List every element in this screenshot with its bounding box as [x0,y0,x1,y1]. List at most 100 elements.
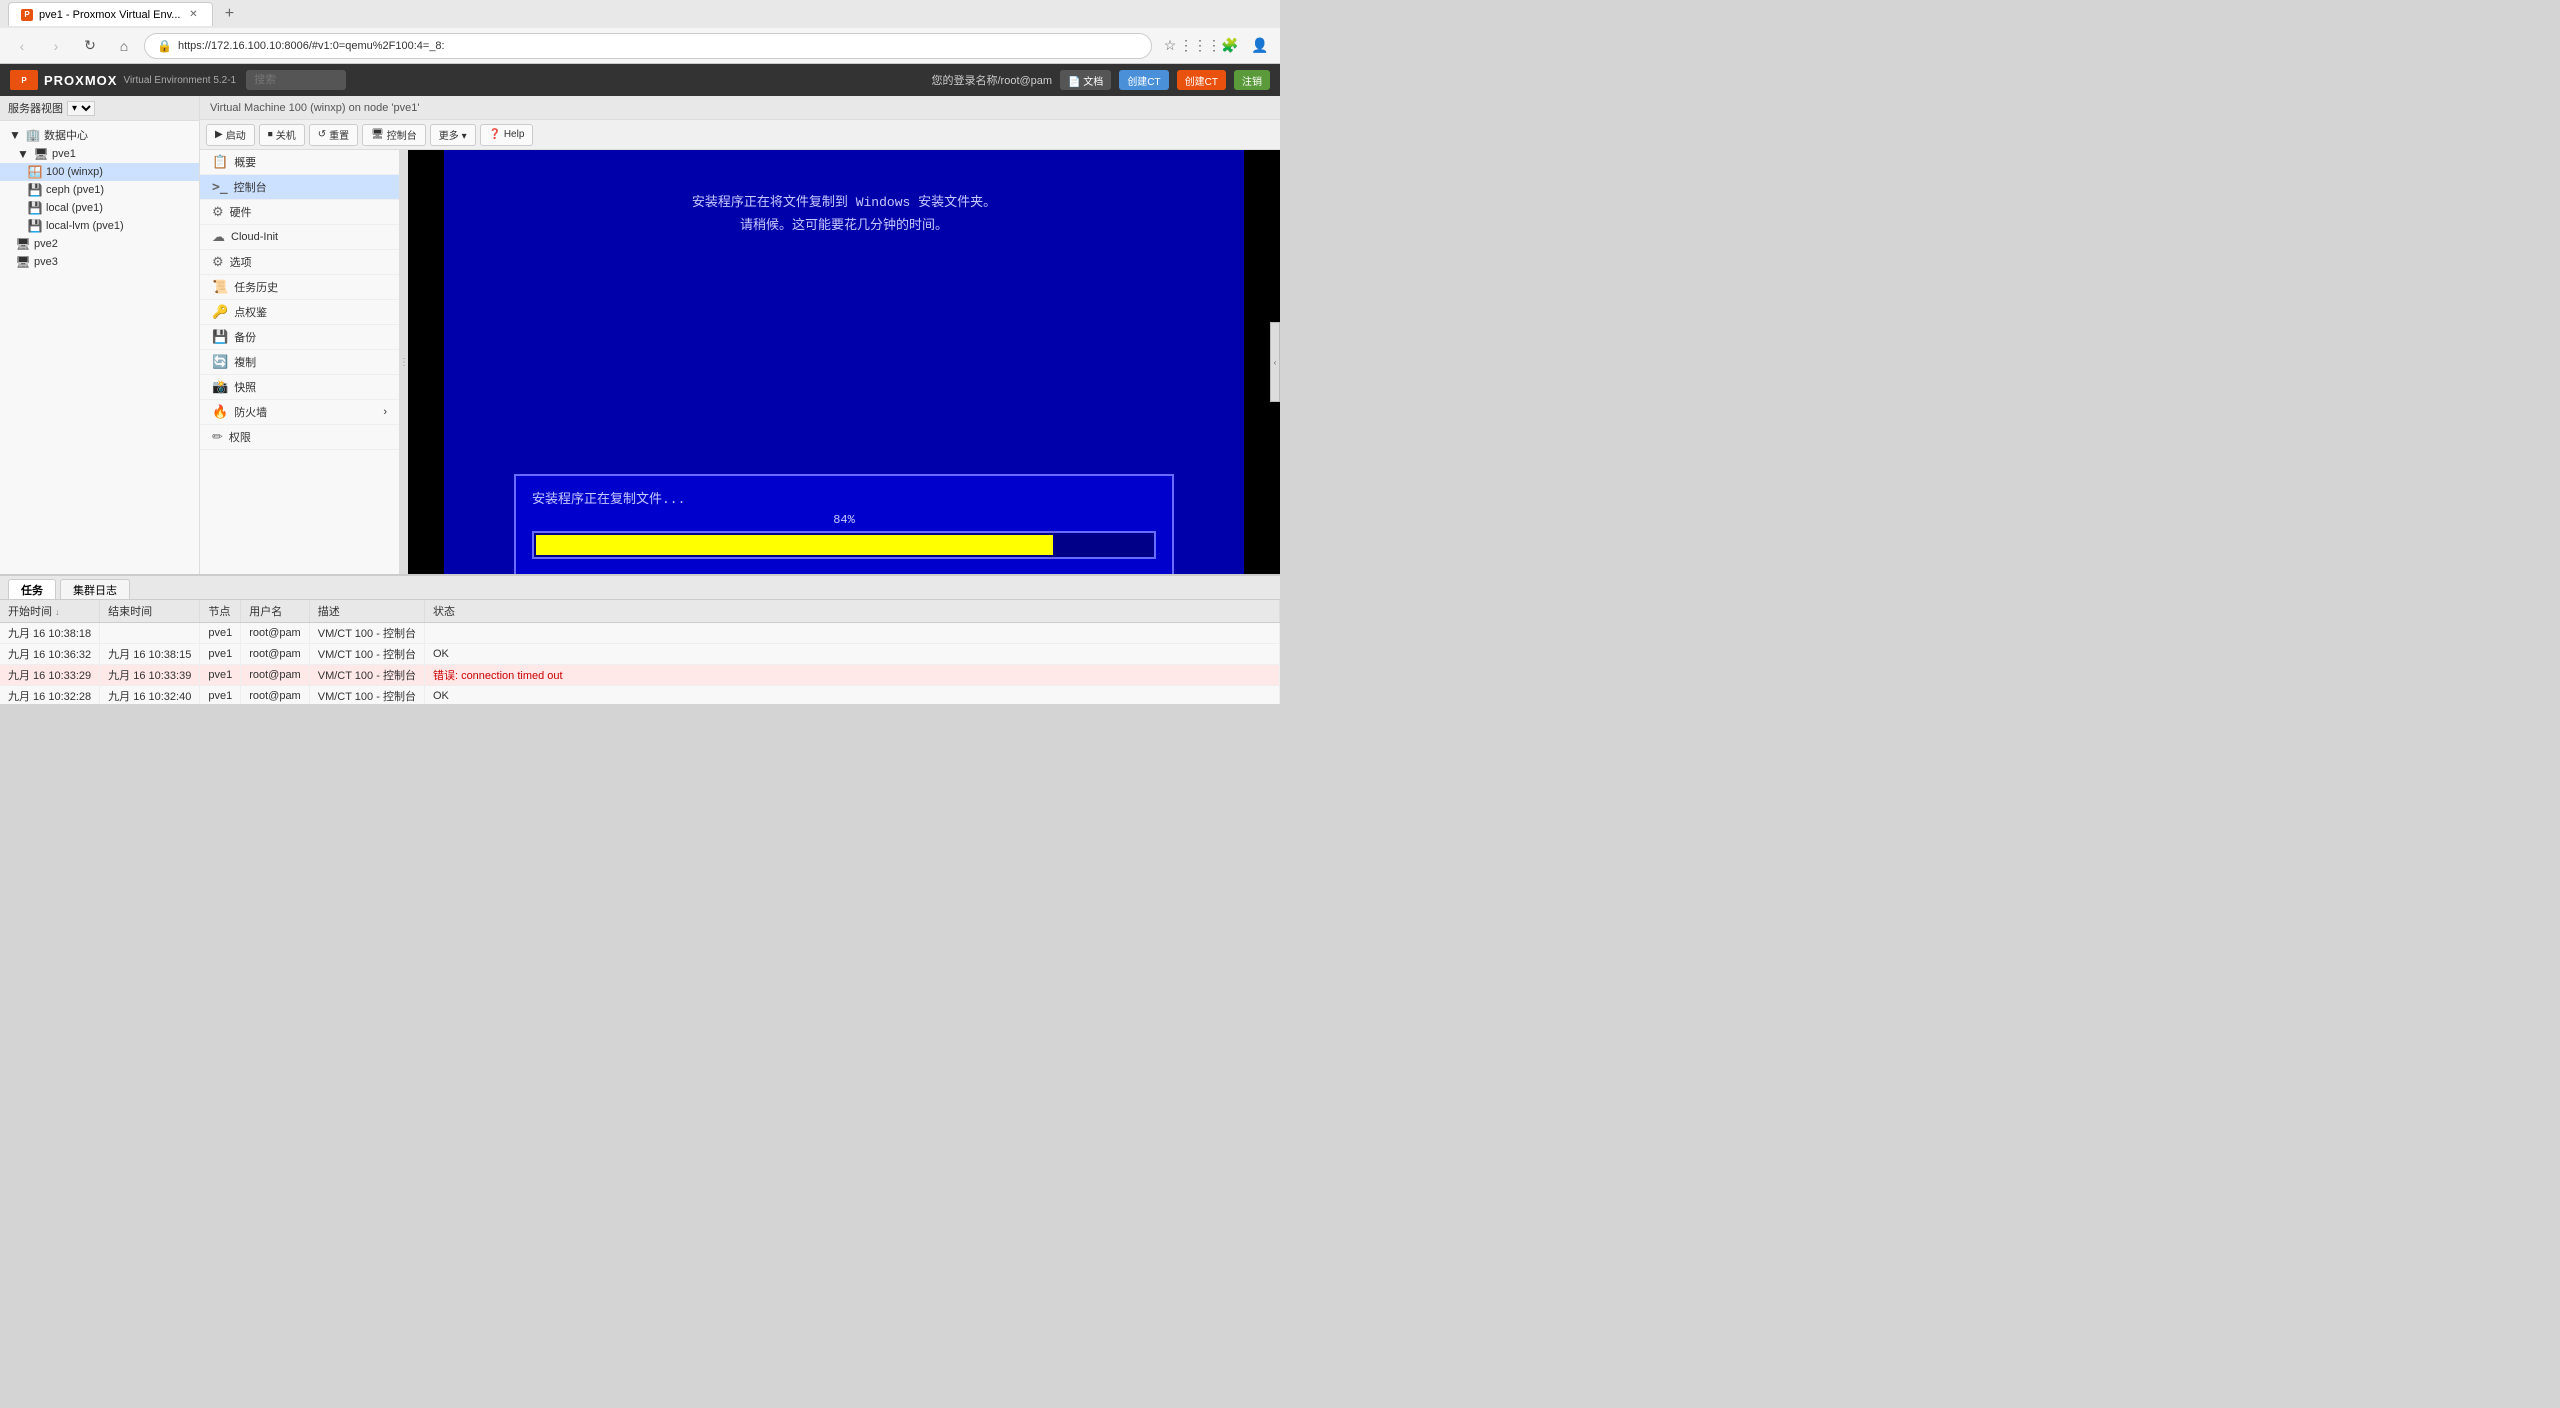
vm100-label: 100 (winxp) [46,166,191,178]
view-selector[interactable]: ▾ [67,101,95,116]
server-icon: 🖥 [16,237,30,251]
col-status[interactable]: 状态 [424,600,1279,623]
col-user[interactable]: 用户名 [241,600,310,623]
sidebar-item-local[interactable]: 💾 local (pve1) [0,199,199,217]
sidebar-item-pve3[interactable]: 🖥 pve3 [0,253,199,271]
main-panel: Virtual Machine 100 (winxp) on node 'pve… [200,96,1280,574]
reload-button[interactable]: ↻ [76,32,104,60]
log-cell-user-2: root@pam [241,665,310,686]
sidebar-header: 服务器视图 ▾ [0,96,199,121]
console-label: 控制台 [234,179,267,195]
extensions-button[interactable]: 🧩 [1218,34,1242,58]
help-button[interactable]: ❓ Help [480,124,534,146]
sidebar: 服务器视图 ▾ ▼ 🏢 数据中心 ▼ 🖥 pve1 🪟 [0,96,200,574]
col-desc[interactable]: 描述 [309,600,424,623]
log-cell-end-1: 九月 16 10:38:15 [100,644,200,665]
log-cell-user-0: root@pam [241,623,310,644]
active-tab[interactable]: P pve1 - Proxmox Virtual Env... ✕ [8,2,213,26]
vm-option-snapshots[interactable]: 📸 快照 [200,375,399,400]
pve2-label: pve2 [34,238,191,250]
px-logo: P PROXMOX Virtual Environment 5.2-1 [10,70,236,90]
options-label: 选项 [230,254,252,270]
console-area[interactable]: Windows XP Professional 安装程序 安装程序正在将文件复制… [408,150,1280,574]
profile-button[interactable]: 👤 [1248,34,1272,58]
log-table: 开始时间 ↓ 结束时间 节点 用户名 描述 状态 九月 16 10:38:18 p… [0,600,1280,704]
log-cell-start-0: 九月 16 10:38:18 [0,623,100,644]
reset-button[interactable]: ↺ 重置 [309,124,358,146]
sidebar-item-pve1[interactable]: ▼ 🖥 pve1 [0,145,199,163]
vm-option-cloud-init[interactable]: ☁ Cloud-Init [200,225,399,250]
log-cell-start-3: 九月 16 10:32:28 [0,686,100,705]
vm-option-firewall[interactable]: 🔥 防火墙 › [200,400,399,425]
vm-option-console[interactable]: >_ 控制台 [200,175,399,200]
wx-body-line2: 请稍候。这可能要花几分钟的时间。 [464,214,1224,237]
vm-option-permissions[interactable]: 🔑 点权鉴 [200,300,399,325]
browser-chrome: P pve1 - Proxmox Virtual Env... ✕ + ‹ › … [0,0,1280,64]
sidebar-item-local-lvm[interactable]: 💾 local-lvm (pve1) [0,217,199,235]
replication-icon: 🔄 [212,354,228,370]
replication-label: 複制 [234,354,256,370]
server-icon: 🖥 [16,255,30,269]
summary-label: 概要 [234,154,256,170]
pve3-label: pve3 [34,256,191,268]
permissions-label: 点权鉴 [234,304,267,320]
resize-handle[interactable] [400,150,408,574]
documentation-button[interactable]: 📄 文档 [1060,70,1111,90]
console-button[interactable]: 🖥 控制台 [362,124,426,146]
tab-favicon: P [21,9,33,21]
bottom-content: 开始时间 ↓ 结束时间 节点 用户名 描述 状态 九月 16 10:38:18 p… [0,600,1280,704]
menu-button[interactable]: ⋮⋮⋮ [1188,34,1212,58]
wx-progress-pct: 84% [532,513,1156,527]
log-row-1: 九月 16 10:36:32九月 16 10:38:15pve1root@pam… [0,644,1280,665]
collapse-handle[interactable]: ‹ [1270,322,1280,402]
options-icon: ⚙ [212,254,224,270]
forward-button[interactable]: › [42,32,70,60]
notes-icon: ✏ [212,429,223,445]
console-screen: Windows XP Professional 安装程序 安装程序正在将文件复制… [444,150,1244,574]
home-button[interactable]: ⌂ [110,32,138,60]
logout-button[interactable]: 注销 [1234,70,1270,90]
tab-cluster-log[interactable]: 集群日志 [60,579,130,599]
wx-body-line1: 安装程序正在将文件复制到 Windows 安装文件夹。 [464,191,1224,214]
shutdown-label: 关机 [276,127,296,142]
tab-tasks[interactable]: 任务 [8,579,56,599]
col-start-time[interactable]: 开始时间 ↓ [0,600,100,623]
new-tab-button[interactable]: + [217,2,241,26]
vm-option-options[interactable]: ⚙ 选项 [200,250,399,275]
vm-option-notes[interactable]: ✏ 权限 [200,425,399,450]
breadcrumb: Virtual Machine 100 (winxp) on node 'pve… [200,96,1280,120]
sidebar-item-ceph[interactable]: 💾 ceph (pve1) [0,181,199,199]
sidebar-item-vm100[interactable]: 🪟 100 (winxp) [0,163,199,181]
more-button[interactable]: 更多 ▾ [430,124,476,146]
log-cell-node-0: pve1 [200,623,241,644]
back-button[interactable]: ‹ [8,32,36,60]
vm-option-hardware[interactable]: ⚙ 硬件 [200,200,399,225]
vm-option-replication[interactable]: 🔄 複制 [200,350,399,375]
url-bar[interactable]: 🔒 https://172.16.100.10:8006/#v1:0=qemu%… [144,33,1152,59]
collapse-icon: ▼ [16,147,30,161]
backup-label: 备份 [234,329,256,345]
log-cell-desc-2: VM/CT 100 - 控制台 [309,665,424,686]
firewall-icon: 🔥 [212,404,228,420]
split-view: 📋 概要 >_ 控制台 ⚙ 硬件 ☁ Cloud-Init [200,150,1280,574]
cloud-icon: ☁ [212,229,225,245]
vm-option-backup[interactable]: 💾 备份 [200,325,399,350]
create-vm-button[interactable]: 创建CT [1177,70,1226,90]
sidebar-item-datacenter[interactable]: ▼ 🏢 数据中心 [0,125,199,145]
col-node[interactable]: 节点 [200,600,241,623]
pve1-label: pve1 [52,148,191,160]
col-end-time[interactable]: 结束时间 [100,600,200,623]
log-cell-status-1: OK [424,644,1279,665]
create-ct-button[interactable]: 创建CT [1119,70,1168,90]
wx-progress-label: 安装程序正在复制文件... [532,488,1156,507]
search-input[interactable] [246,70,346,90]
vm-option-summary[interactable]: 📋 概要 [200,150,399,175]
notes-label: 权限 [229,429,251,445]
start-button[interactable]: ▶ 启动 [206,124,255,146]
log-cell-user-1: root@pam [241,644,310,665]
log-cell-start-1: 九月 16 10:36:32 [0,644,100,665]
shutdown-button[interactable]: ⏹ 关机 [259,124,305,146]
sidebar-item-pve2[interactable]: 🖥 pve2 [0,235,199,253]
tab-close-button[interactable]: ✕ [186,8,200,22]
vm-option-task-history[interactable]: 📜 任务历史 [200,275,399,300]
